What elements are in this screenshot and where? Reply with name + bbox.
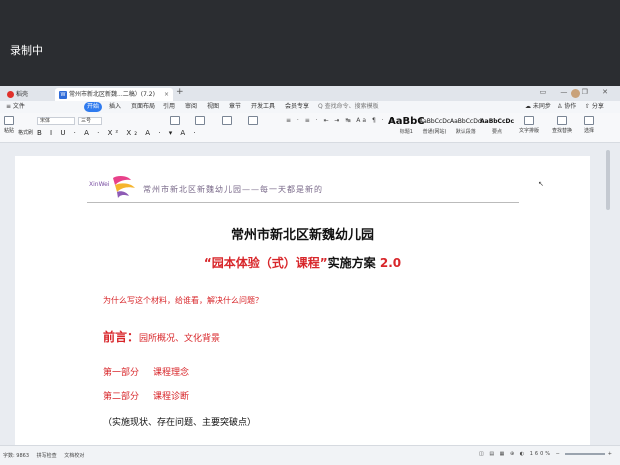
tab-document[interactable]: W 常州市新北区新魏...二稿）(7.2) × [55,88,173,101]
document-title: 常州市新北区新魏幼儿园 [230,228,374,243]
window-controls[interactable]: ▭ — ❐ ✕ [540,88,614,96]
style-name: 普通(网站) [422,129,447,135]
select-label: 选择 [584,128,595,134]
menu-chapter[interactable]: 章节 [226,102,244,112]
tab-document-label: 常州市新北区新魏...二稿）(7.2) [69,91,155,98]
menu-bar: ≡ 文件 开始 插入 页面布局 引用 审阅 视图 章节 开发工具 会员专享 Q … [0,101,620,113]
ribbon-toolbar: 粘贴 格式刷 宋体 三号 B I U · A · X² X₂ A · ▾ A ·… [0,113,620,143]
part-two-detail: （实施现状、存在问题、主要突破点） [103,418,257,428]
spell-check-toggle[interactable]: 拼写检查 [37,453,57,459]
menu-home[interactable]: 开始 [84,102,103,112]
preface-heading: 前言：园所概况、文化背景 [103,326,220,345]
status-bar: 字数: 9863 拼写检查 文档校对 ◫ ▤ ▦ ⊕ ◐ 160% − + [0,445,620,465]
text-layout-icon [524,116,534,125]
paragraph-buttons[interactable]: ≡ · ≡ · ⇤ ⇥ ↹ Aa ¶ · ⊞ [286,117,397,124]
wps-writer-window: 稻壳 W 常州市新北区新魏...二稿）(7.2) × + ▭ — ❐ ✕ ≡ 文件… [0,86,620,465]
menu-file[interactable]: ≡ 文件 [3,102,28,112]
format-painter-label: 格式刷 [18,130,34,136]
cloud-save-icon [170,116,180,125]
find-replace-button[interactable]: 查找替换 [552,116,572,134]
style-sample: AaBbCcDc [419,118,451,125]
subtitle-version: 2.0 [379,256,402,270]
search-icon [557,116,567,125]
share-button[interactable]: ⇧ 分享 [585,102,604,112]
part-two-heading: 第二部分 课程诊断 [103,389,189,402]
document-canvas: XinWei 常州市新北区新魏幼儿园——每一天都是新的 ↖ 常州市新北区新魏幼儿… [0,144,620,446]
menu-developer[interactable]: 开发工具 [248,102,278,112]
wps-logo-icon [7,91,14,98]
style-name: 默认段落 [455,129,476,135]
document-icon: W [59,90,67,99]
open-cloud-button[interactable] [195,116,205,127]
font-name-select[interactable]: 宋体 [37,117,75,125]
font-format-buttons[interactable]: B I U · A · X² X₂ A · ▾ A · [37,129,199,137]
paste-label: 粘贴 [4,128,15,134]
subtitle-course-name: “园本体验（式）课程” [203,256,328,270]
zoom-out-icon[interactable]: − [556,451,562,457]
tab-home[interactable]: 稻壳 [3,88,53,101]
purpose-question: 为什么写这个材料，给谁看，解决什么问题？ [103,296,263,305]
menu-member[interactable]: 会员专享 [282,102,312,112]
cursor-icon [584,116,594,125]
doc-compare-button[interactable] [222,116,232,127]
preface-lead: 前言： [103,330,140,344]
tab-home-label: 稻壳 [16,91,29,98]
preface-topic: 园所概况、文化背景 [139,334,221,344]
part-title: 课程诊断 [153,392,190,402]
style-sample: AaBbCcDc [480,118,515,125]
tab-bar: 稻壳 W 常州市新北区新魏...二稿）(7.2) × + ▭ — ❐ ✕ [0,86,620,101]
format-painter-button[interactable]: 格式刷 [18,129,33,136]
zoom-level[interactable]: 160% [530,451,552,457]
menu-view[interactable]: 视图 [204,102,222,112]
doc-check-button[interactable]: 文档校对 [64,453,84,459]
part-number: 第一部分 [103,368,140,378]
mouse-cursor-icon: ↖ [538,180,544,188]
view-mode-icons[interactable]: ◫ ▤ ▦ ⊕ ◐ [479,451,526,457]
unsynced-status[interactable]: ☁ 未同步 [525,102,551,112]
menu-page-layout[interactable]: 页面布局 [128,102,158,112]
style-name: 要点 [492,129,503,135]
folder-icon [195,116,205,125]
style-normal-web[interactable]: AaBbCcDc 普通(网站) [419,116,450,135]
save-cloud-button[interactable] [170,116,180,127]
status-left: 字数: 9863 拼写检查 文档校对 [3,452,90,459]
menu-references[interactable]: 引用 [160,102,178,112]
style-default-paragraph[interactable]: AaBbCcDd 默认段落 [450,116,482,135]
paste-icon [4,116,14,125]
select-button[interactable]: 选择 [584,116,594,134]
collab-button[interactable]: ♙ 协作 [557,102,576,112]
menu-insert[interactable]: 插入 [106,102,124,112]
recording-overlay: 录制中 [0,0,620,86]
document-subtitle: “园本体验（式）课程”实施方案 2.0 [15,254,590,271]
zoom-slider[interactable] [564,452,605,455]
zoom-in-icon[interactable]: + [608,451,614,457]
compare-icon [222,116,232,125]
style-sample: AaBbCcDd [450,118,482,125]
text-tools-button[interactable]: 文字排版 [519,116,539,134]
logo-caption: XinWei [89,181,110,188]
part-one-heading: 第一部分 课程理念 [103,365,189,378]
find-replace-label: 查找替换 [552,128,573,134]
settings-button[interactable] [248,116,258,127]
font-size-select[interactable]: 三号 [78,117,102,125]
part-title: 课程理念 [153,368,190,378]
header-text: 常州市新北区新魏幼儿园——每一天都是新的 [143,185,323,194]
new-tab-icon[interactable]: + [176,87,184,97]
word-count[interactable]: 字数: 9863 [3,453,29,459]
menu-review[interactable]: 审阅 [182,102,200,112]
command-search-input[interactable]: Q 查找命令、搜索模板 [318,102,379,112]
school-logo: XinWei [89,175,135,198]
subtitle-plan: 实施方案 [327,256,376,270]
document-page[interactable]: XinWei 常州市新北区新魏幼儿园——每一天都是新的 ↖ 常州市新北区新魏幼儿… [15,156,590,446]
recording-label: 录制中 [10,44,43,57]
status-right: ◫ ▤ ▦ ⊕ ◐ 160% − + [479,451,614,457]
paste-button[interactable]: 粘贴 [4,116,14,134]
header-divider [87,202,519,203]
close-tab-icon[interactable]: × [164,88,169,101]
part-number: 第二部分 [103,392,140,402]
gear-icon [248,116,258,125]
text-tools-label: 文字排版 [519,128,540,134]
style-key-point[interactable]: AaBbCcDc 要点 [480,116,514,135]
vertical-scrollbar[interactable] [606,150,610,210]
